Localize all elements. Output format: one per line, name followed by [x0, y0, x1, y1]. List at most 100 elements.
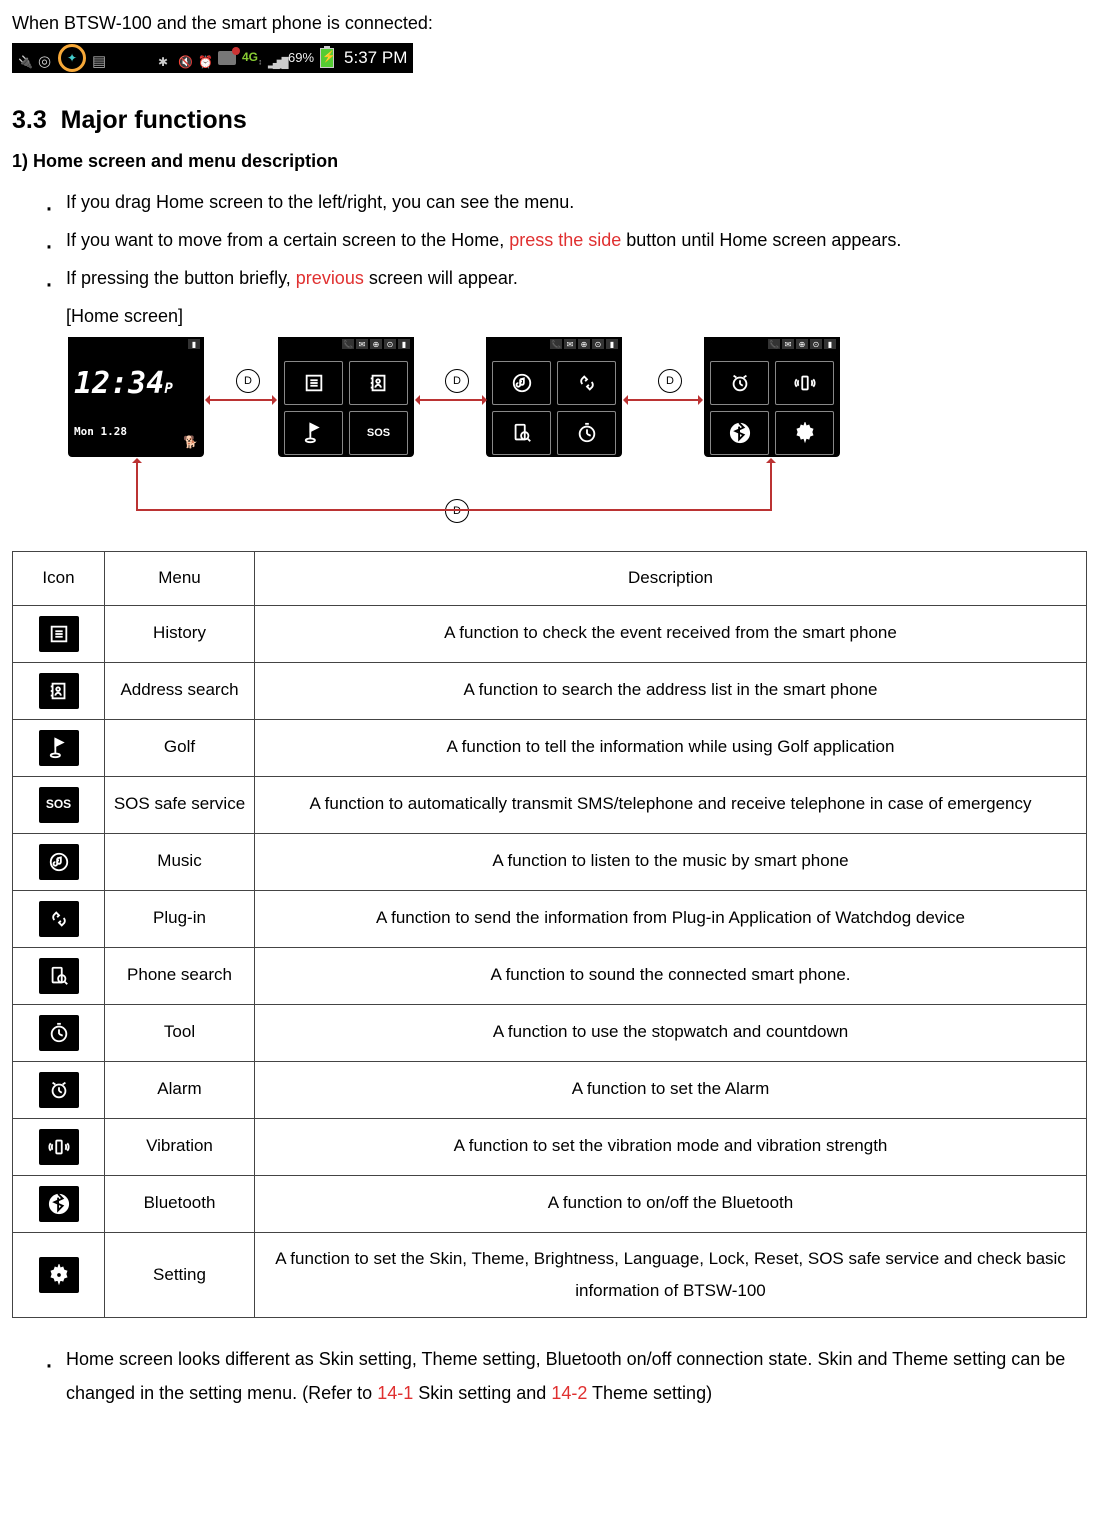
menu-name: Bluetooth [105, 1175, 255, 1232]
menu-desc: A function to automatically transmit SMS… [255, 776, 1087, 833]
menu-desc: A function to listen to the music by sma… [255, 833, 1087, 890]
loop-arrow [136, 461, 138, 511]
history-icon [284, 361, 343, 405]
highlight-text: 14-1 [377, 1383, 413, 1403]
home-screen-diagram: ▮ 12:34P Mon 1.28 🐕 📞✉⊕⊙▮ SOS 📞✉⊕⊙▮ 📞✉⊕⊙… [68, 337, 888, 527]
menu-name: History [105, 605, 255, 662]
menu-desc: A function to use the stopwatch and coun… [255, 1004, 1087, 1061]
menu-name: SOS safe service [105, 776, 255, 833]
menu-name: Setting [105, 1232, 255, 1318]
network-icon: 4G↕ [242, 48, 262, 68]
menu-name: Vibration [105, 1118, 255, 1175]
status-time: 5:37 PM [344, 45, 407, 71]
section-heading: 3.3 Major functions [12, 102, 1087, 140]
mute-icon [178, 51, 192, 65]
drag-arrow [626, 399, 700, 401]
subsection-heading: 1) Home screen and menu description [12, 148, 1087, 175]
highlight-text: press the side [509, 230, 621, 250]
menu-name: Phone search [105, 947, 255, 1004]
address-search-icon [349, 361, 408, 405]
message-icon [218, 51, 236, 65]
table-row: Setting A function to set the Skin, Them… [13, 1232, 1087, 1318]
music-icon [39, 844, 79, 880]
menu-desc: A function to check the event received f… [255, 605, 1087, 662]
table-row: Tool A function to use the stopwatch and… [13, 1004, 1087, 1061]
table-row: Plug-in A function to send the informati… [13, 890, 1087, 947]
menu-desc: A function to on/off the Bluetooth [255, 1175, 1087, 1232]
watchdog-icon [58, 44, 86, 72]
highlight-text: 14-2 [551, 1383, 587, 1403]
drag-arrow [418, 399, 484, 401]
menu-desc: A function to search the address list in… [255, 662, 1087, 719]
bullet-item: If you drag Home screen to the left/righ… [66, 185, 1087, 219]
table-row: Vibration A function to set the vibratio… [13, 1118, 1087, 1175]
menu-name: Address search [105, 662, 255, 719]
watch-home-screen: ▮ 12:34P Mon 1.28 🐕 [68, 337, 204, 457]
menu-desc: A function to sound the connected smart … [255, 947, 1087, 1004]
tool-icon [557, 411, 616, 455]
alarm-status-icon [198, 51, 212, 65]
plugin-icon [557, 361, 616, 405]
battery-mini-icon: ▮ [188, 339, 200, 349]
table-row: Music A function to listen to the music … [13, 833, 1087, 890]
watch-menu-screen-2: 📞✉⊕⊙▮ [486, 337, 622, 457]
col-icon: Icon [13, 552, 105, 605]
bluetooth-menu-icon [39, 1186, 79, 1222]
app-icon [92, 51, 106, 65]
sos-icon: SOS [39, 787, 79, 823]
status-bar: 4G↕ 69% 5:37 PM [12, 43, 413, 73]
usb-icon [18, 51, 32, 65]
loop-arrow [770, 461, 772, 511]
phone-search-icon [39, 958, 79, 994]
menu-name: Plug-in [105, 890, 255, 947]
bullet-item: If pressing the button briefly, previous… [66, 261, 1087, 295]
signal-icon [268, 51, 282, 65]
clock-time: 12:34P [74, 361, 198, 406]
bullet-caption: [Home screen] [66, 299, 1087, 333]
menu-desc: A function to set the Alarm [255, 1061, 1087, 1118]
table-header-row: Icon Menu Description [13, 552, 1087, 605]
table-row: Phone search A function to sound the con… [13, 947, 1087, 1004]
address-search-icon [39, 673, 79, 709]
setting-icon [775, 411, 834, 455]
clock-date: Mon 1.28 [74, 424, 198, 441]
battery-percent: 69% [288, 48, 314, 68]
alarm-icon [710, 361, 769, 405]
menu-name: Alarm [105, 1061, 255, 1118]
table-row: Address search A function to search the … [13, 662, 1087, 719]
menu-desc: A function to send the information from … [255, 890, 1087, 947]
table-row: SOS SOS safe service A function to autom… [13, 776, 1087, 833]
dog-icon: 🐕 [183, 433, 198, 451]
loop-arrow [136, 509, 772, 511]
golf-icon [284, 411, 343, 455]
music-icon [492, 361, 551, 405]
setting-icon [39, 1257, 79, 1293]
bluetooth-menu-icon [710, 411, 769, 455]
drag-label: D [445, 499, 469, 523]
menu-name: Tool [105, 1004, 255, 1061]
sos-icon: SOS [349, 411, 408, 455]
table-row: Golf A function to tell the information … [13, 719, 1087, 776]
drag-label: D [445, 369, 469, 393]
bluetooth-icon [158, 51, 172, 65]
bullet-item: If you want to move from a certain scree… [66, 223, 1087, 257]
menu-desc: A function to set the vibration mode and… [255, 1118, 1087, 1175]
drag-arrow [208, 399, 274, 401]
menu-name: Golf [105, 719, 255, 776]
battery-icon [320, 48, 334, 68]
col-menu: Menu [105, 552, 255, 605]
table-row: Bluetooth A function to on/off the Bluet… [13, 1175, 1087, 1232]
menu-desc: A function to set the Skin, Theme, Brigh… [255, 1232, 1087, 1318]
golf-icon [39, 730, 79, 766]
drag-label: D [236, 369, 260, 393]
menu-name: Music [105, 833, 255, 890]
bullet-item: Home screen looks different as Skin sett… [66, 1342, 1087, 1410]
watch-menu-screen-3: 📞✉⊕⊙▮ [704, 337, 840, 457]
vibration-icon [775, 361, 834, 405]
bullet-list-2: Home screen looks different as Skin sett… [12, 1342, 1087, 1410]
watch-menu-screen-1: 📞✉⊕⊙▮ SOS [278, 337, 414, 457]
tool-icon [39, 1015, 79, 1051]
menu-desc: A function to tell the information while… [255, 719, 1087, 776]
vibration-icon [39, 1129, 79, 1165]
highlight-text: previous [296, 268, 364, 288]
